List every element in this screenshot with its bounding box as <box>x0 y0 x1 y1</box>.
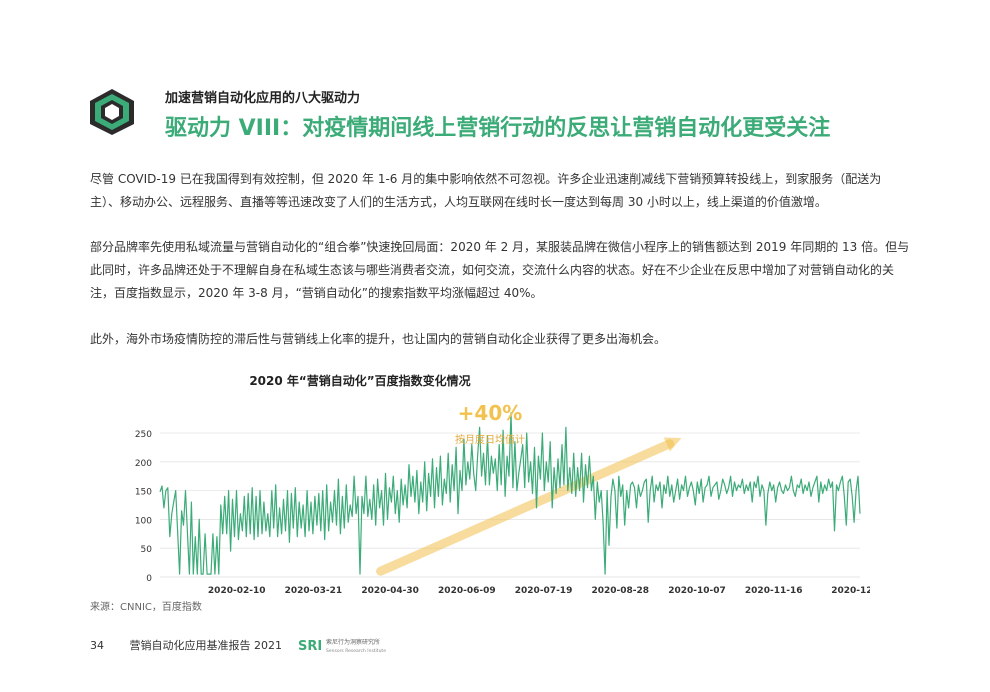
paragraph-1: 尽管 COVID-19 已在我国得到有效控制，但 2020 年 1-6 月的集中… <box>90 172 882 209</box>
chart-title: 2020 年“营销自动化”百度指数变化情况 <box>249 373 470 388</box>
sri-logo-text: SRI <box>298 639 322 654</box>
sri-brand-name-en: Sensors Research Institute <box>326 648 386 654</box>
y-tick-label: 200 <box>135 459 152 469</box>
x-tick-label: 2020-12-31 <box>831 586 870 596</box>
cube-logo-icon <box>90 89 134 135</box>
y-tick-label: 0 <box>146 574 152 584</box>
y-tick-label: 150 <box>135 488 152 498</box>
paragraph-2: 部分品牌率先使用私域流量与营销自动化的“组合拳”快速挽回局面：2020 年 2 … <box>90 240 910 300</box>
y-tick-label: 250 <box>135 430 152 440</box>
x-tick-label: 2020-07-19 <box>515 586 573 596</box>
y-tick-label: 50 <box>141 545 153 555</box>
y-tick-label: 100 <box>135 516 152 526</box>
paragraph-3: 此外，海外市场疫情防控的滞后性与营销线上化率的提升，也让国内的营销自动化企业获得… <box>90 332 667 346</box>
page-title: 驱动力 VIII：对疫情期间线上营销行动的反思让营销自动化更受关注 <box>165 116 831 141</box>
x-tick-label: 2020-10-07 <box>668 586 726 596</box>
x-tick-label: 2020-06-09 <box>438 586 496 596</box>
annotation-note: 按月度日均值计 <box>455 433 525 446</box>
sri-brand-logo: SRI 索尼行为洞察研究所 Sensors Research Institute <box>298 638 386 654</box>
chart-source: 来源：CNNIC，百度指数 <box>90 602 202 613</box>
baidu-index-chart: 2020 年“营销自动化”百度指数变化情况 0 50 100 150 200 250 20… <box>135 373 870 596</box>
x-tick-label: 2020-11-16 <box>745 586 803 596</box>
annotation-value: +40% <box>458 401 523 425</box>
x-tick-label: 2020-03-21 <box>285 586 343 596</box>
sri-brand-name: 索尼行为洞察研究所 <box>326 638 380 646</box>
report-title: 营销自动化应用基准报告 2021 <box>129 639 283 652</box>
footer: 34 营销自动化应用基准报告 2021 <box>90 637 282 653</box>
section-kicker: 加速营销自动化应用的八大驱动力 <box>165 91 361 106</box>
x-tick-label: 2020-02-10 <box>208 586 266 596</box>
x-tick-label: 2020-08-28 <box>591 586 649 596</box>
page-number: 34 <box>90 639 104 652</box>
x-tick-label: 2020-04-30 <box>361 586 419 596</box>
